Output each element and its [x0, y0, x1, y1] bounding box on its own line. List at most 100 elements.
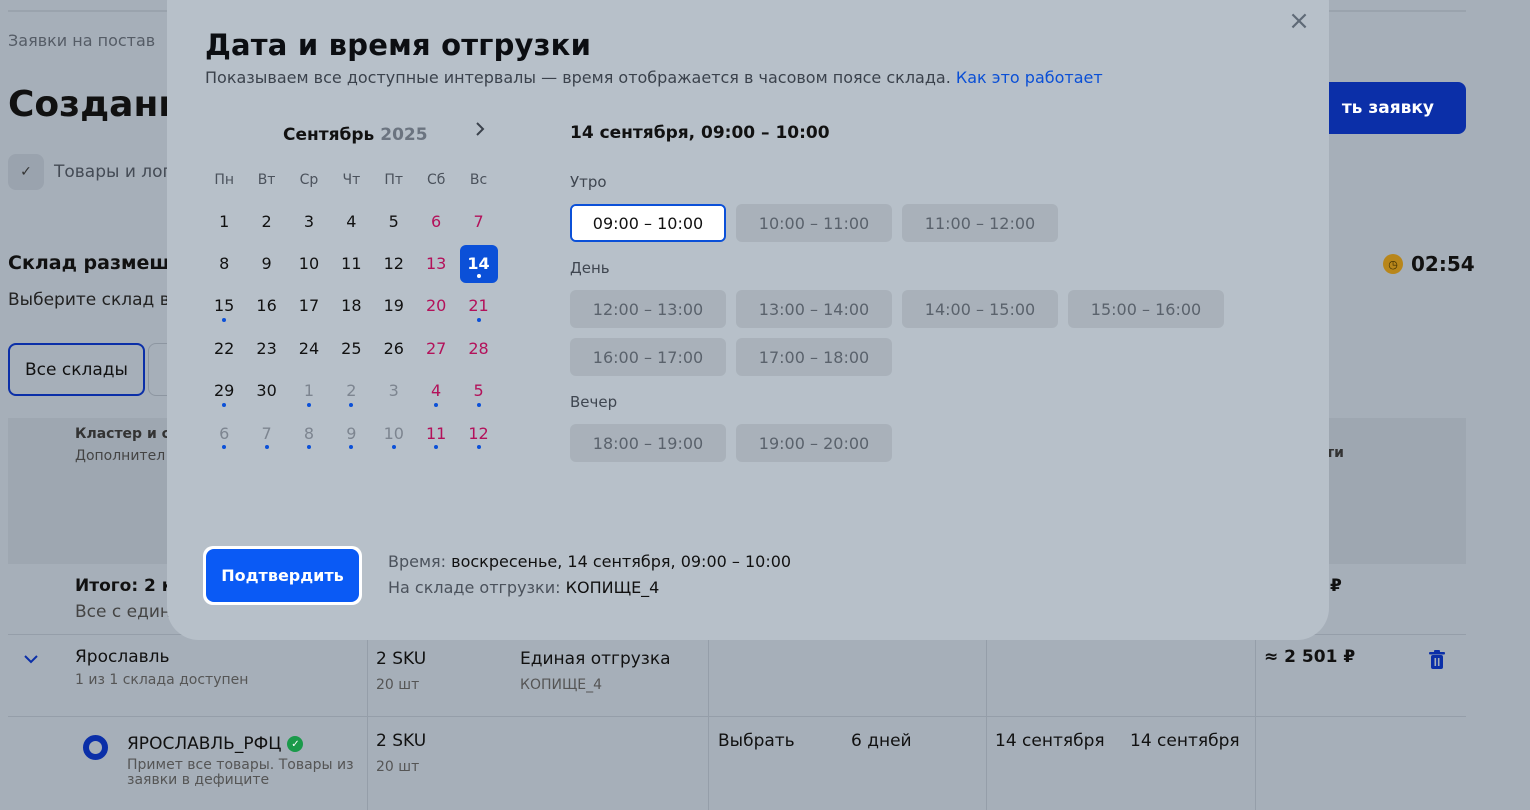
day-number: 3: [388, 381, 399, 401]
calendar-day[interactable]: 10: [373, 412, 415, 454]
breadcrumb[interactable]: Заявки на постав: [8, 31, 155, 50]
calendar-day[interactable]: 25: [330, 327, 372, 369]
calendar-day[interactable]: 23: [245, 327, 287, 369]
calendar-day[interactable]: 4: [330, 200, 372, 242]
calendar-day[interactable]: 2: [245, 200, 287, 242]
calendar-day[interactable]: 2: [330, 370, 372, 412]
calendar-day[interactable]: 30: [245, 370, 287, 412]
calendar-day[interactable]: 9: [245, 242, 287, 284]
calendar-day[interactable]: 1: [288, 370, 330, 412]
calendar-day[interactable]: 12: [373, 242, 415, 284]
tab-all-warehouses[interactable]: Все склады: [8, 343, 145, 396]
calendar-day[interactable]: 8: [288, 412, 330, 454]
warehouse-radio[interactable]: [83, 735, 108, 760]
day-number: 28: [468, 338, 489, 358]
calendar-day[interactable]: 20: [415, 285, 457, 327]
weekday-label: Ср: [299, 172, 319, 188]
warehouse-desc: Примет все товары. Товары из заявки в де…: [127, 757, 354, 788]
selected-datetime: 14 сентября, 09:00 – 10:00: [570, 123, 830, 143]
calendar-day[interactable]: 12: [457, 412, 499, 454]
calendar-day-selected[interactable]: 14: [457, 242, 499, 284]
day-number: 3: [303, 211, 315, 231]
calendar-day[interactable]: 28: [457, 327, 499, 369]
help-link[interactable]: Как это работает: [956, 68, 1103, 87]
availability-dot: [476, 445, 481, 450]
calendar-day[interactable]: 18: [330, 285, 372, 327]
calendar-day[interactable]: 11: [415, 412, 457, 454]
day-number: 9: [261, 254, 272, 274]
calendar-day[interactable]: 22: [203, 327, 245, 369]
calendar-day[interactable]: 15: [203, 285, 245, 327]
qty: 20 шт: [376, 677, 420, 693]
calendar-day[interactable]: 1: [203, 200, 245, 242]
calendar-day[interactable]: 3: [288, 200, 330, 242]
calendar-day[interactable]: 21: [457, 285, 499, 327]
time-slot[interactable]: 13:00 – 14:00: [736, 290, 892, 328]
calendar-day[interactable]: 6: [415, 200, 457, 242]
close-icon[interactable]: ×: [1286, 8, 1312, 34]
choose-link[interactable]: Выбрать: [718, 731, 795, 751]
timer: ◷ 02:54: [1383, 252, 1475, 276]
weekday-label: Пн: [214, 172, 235, 188]
calendar-day[interactable]: 5: [457, 370, 499, 412]
weekday-label: Чт: [342, 172, 361, 188]
day-number: 4: [346, 211, 357, 231]
step-goods[interactable]: ✓ Товары и лог: [8, 154, 172, 190]
weekday-label: Вс: [469, 172, 488, 188]
calendar-day[interactable]: 7: [245, 412, 287, 454]
summary-time-value: воскресенье, 14 сентября, 09:00 – 10:00: [451, 552, 792, 571]
city-price: ≈ 2 501 ₽: [1264, 647, 1356, 667]
calendar-day[interactable]: 5: [373, 200, 415, 242]
time-slot[interactable]: 12:00 – 13:00: [570, 290, 726, 328]
chevron-right-icon[interactable]: [470, 120, 490, 142]
slot-row: 12:00 – 13:00 13:00 – 14:00 14:00 – 15:00 1…: [570, 290, 1224, 328]
month-name: Сентябрь: [283, 125, 375, 145]
weekday-header: Пн Вт Ср Чт Пт Сб Вс: [203, 172, 500, 188]
calendar-month: Сентябрь 2025: [283, 125, 428, 145]
day-number: 17: [298, 296, 320, 316]
calendar-day[interactable]: 10: [288, 242, 330, 284]
time-slot[interactable]: 10:00 – 11:00: [736, 204, 892, 242]
calendar-day[interactable]: 17: [288, 285, 330, 327]
page-title: Создани: [8, 84, 184, 125]
calendar-day[interactable]: 8: [203, 242, 245, 284]
time-slot[interactable]: 14:00 – 15:00: [902, 290, 1058, 328]
time-slot[interactable]: 17:00 – 18:00: [736, 338, 892, 376]
calendar-day[interactable]: 24: [288, 327, 330, 369]
day-number: 10: [298, 254, 320, 274]
calendar-day[interactable]: 3: [373, 370, 415, 412]
calendar-day[interactable]: 13: [415, 242, 457, 284]
time-slot[interactable]: 15:00 – 16:00: [1068, 290, 1224, 328]
chevron-down-icon[interactable]: [22, 650, 42, 670]
modal-subtitle-text: Показываем все доступные интервалы — вре…: [205, 68, 951, 87]
day-number: 19: [383, 296, 404, 316]
calendar-day[interactable]: 16: [245, 285, 287, 327]
col-divider: [1255, 634, 1256, 810]
clock-icon: ◷: [1383, 254, 1403, 274]
calendar-day[interactable]: 11: [330, 242, 372, 284]
time-slot[interactable]: 19:00 – 20:00: [736, 424, 892, 462]
trash-icon[interactable]: [1428, 650, 1446, 670]
time-slot[interactable]: 09:00 – 10:00: [570, 204, 726, 242]
confirm-button[interactable]: Подтвердить: [203, 546, 362, 605]
time-slot[interactable]: 16:00 – 17:00: [570, 338, 726, 376]
calendar-day[interactable]: 19: [373, 285, 415, 327]
calendar-day[interactable]: 27: [415, 327, 457, 369]
calendar-day[interactable]: 26: [373, 327, 415, 369]
warehouse-qty: 20 шт: [376, 759, 420, 775]
calendar-day[interactable]: 7: [457, 200, 499, 242]
calendar-day[interactable]: 9: [330, 412, 372, 454]
calendar-day[interactable]: 6: [203, 412, 245, 454]
slot-row: 16:00 – 17:00 17:00 – 18:00: [570, 338, 892, 376]
day-number: 18: [341, 296, 362, 316]
year: 2025: [380, 125, 428, 145]
time-slot[interactable]: 18:00 – 19:00: [570, 424, 726, 462]
col-divider: [367, 634, 368, 810]
column-header-cluster: Кластер и ск: [75, 426, 180, 442]
timer-value: 02:54: [1411, 252, 1475, 276]
calendar-day[interactable]: 29: [203, 370, 245, 412]
time-slot[interactable]: 11:00 – 12:00: [902, 204, 1058, 242]
summary-warehouse-value: КОПИЩЕ_4: [565, 578, 660, 597]
calendar-day[interactable]: 4: [415, 370, 457, 412]
day-number: 23: [256, 338, 277, 358]
